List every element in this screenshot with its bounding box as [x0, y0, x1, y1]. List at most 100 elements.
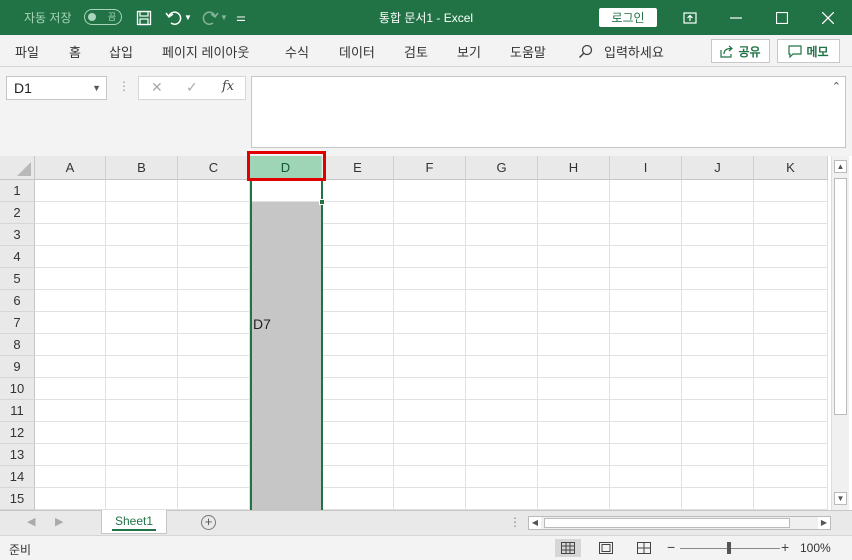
row-gridline	[35, 465, 828, 466]
row-header-5[interactable]: 5	[0, 268, 35, 290]
tab-data[interactable]: 데이터	[339, 35, 375, 67]
row-header-11[interactable]: 11	[0, 400, 35, 422]
memo-button[interactable]: 메모	[777, 39, 840, 63]
column-header-b[interactable]: B	[106, 156, 178, 180]
scroll-down-icon[interactable]: ▼	[834, 492, 847, 505]
formula-bar-buttons: ✕ ✓ fx	[138, 76, 246, 100]
tab-splitter-icon[interactable]: ⋮	[509, 515, 521, 529]
scroll-right-icon[interactable]: ▶	[818, 517, 830, 529]
zoom-out-icon[interactable]: −	[667, 539, 675, 555]
row-gridline	[35, 377, 828, 378]
cell-d7[interactable]: D7	[253, 313, 271, 335]
tab-help[interactable]: 도움말	[510, 35, 546, 67]
name-box[interactable]: D1 ▼	[6, 76, 107, 100]
name-box-dropdown-icon[interactable]: ▼	[92, 77, 101, 99]
next-sheet-icon[interactable]: ▶	[55, 515, 63, 528]
row-header-6[interactable]: 6	[0, 290, 35, 312]
cancel-icon[interactable]: ✕	[151, 79, 163, 96]
save-icon[interactable]	[133, 0, 155, 35]
row-header-15[interactable]: 15	[0, 488, 35, 510]
row-gridline	[35, 399, 828, 400]
tab-home[interactable]: 홈	[69, 35, 81, 67]
scroll-left-icon[interactable]: ◀	[529, 517, 541, 529]
column-header-k[interactable]: K	[754, 156, 828, 180]
row-header-8[interactable]: 8	[0, 334, 35, 356]
row-header-12[interactable]: 12	[0, 422, 35, 444]
close-icon[interactable]	[805, 0, 851, 35]
prev-sheet-icon[interactable]: ◀	[27, 515, 35, 528]
memo-label: 메모	[806, 44, 829, 59]
tab-page-layout[interactable]: 페이지 레이아웃	[162, 35, 249, 67]
select-all-button[interactable]	[0, 156, 35, 180]
column-header-g[interactable]: G	[466, 156, 538, 180]
enter-icon[interactable]: ✓	[186, 79, 198, 96]
customize-toolbar-icon[interactable]: ⚌	[236, 0, 246, 35]
row-gridline	[35, 223, 828, 224]
redo-icon[interactable]	[199, 0, 221, 35]
tab-formulas[interactable]: 수식	[285, 35, 309, 67]
redo-dropdown-icon[interactable]: ▼	[220, 0, 228, 35]
share-button[interactable]: 공유	[711, 39, 770, 63]
tab-review[interactable]: 검토	[404, 35, 428, 67]
row-gridline	[35, 333, 828, 334]
vertical-scroll-thumb[interactable]	[834, 178, 847, 415]
page-break-view-icon[interactable]	[631, 539, 657, 557]
collapse-formula-bar-icon[interactable]: ⌃	[832, 80, 841, 93]
fill-handle[interactable]	[319, 199, 325, 205]
insert-function-icon[interactable]: fx	[222, 79, 234, 94]
column-header-c[interactable]: C	[178, 156, 250, 180]
formula-input[interactable]: ⌃	[251, 76, 846, 148]
row-header-10[interactable]: 10	[0, 378, 35, 400]
undo-icon[interactable]	[163, 0, 185, 35]
undo-dropdown-icon[interactable]: ▼	[184, 0, 192, 35]
zoom-in-icon[interactable]: +	[781, 539, 789, 555]
row-header-13[interactable]: 13	[0, 444, 35, 466]
normal-view-icon[interactable]	[555, 539, 581, 557]
column-header-j[interactable]: J	[682, 156, 754, 180]
worksheet-grid[interactable]: ABCDEFGHIJK 1 2 3 4 5 6 7 8 9 10 11 12 13 14 15 D7 ▲ ▼	[0, 156, 852, 510]
tab-view[interactable]: 보기	[457, 35, 481, 67]
row-header-7[interactable]: 7	[0, 312, 35, 334]
minimize-icon[interactable]	[713, 0, 759, 35]
row-gridline	[35, 289, 828, 290]
row-header-3[interactable]: 3	[0, 224, 35, 246]
zoom-slider-thumb[interactable]	[727, 542, 731, 554]
name-box-value: D1	[14, 80, 32, 96]
row-header-14[interactable]: 14	[0, 466, 35, 488]
formula-bar-splitter-icon[interactable]: ⋮	[118, 79, 130, 93]
column-header-a[interactable]: A	[35, 156, 106, 180]
autosave-toggle[interactable]: 끔	[84, 9, 122, 25]
sheet-tab-bar: ◀ ▶ Sheet1 + ⋮ ◀ ▶	[0, 510, 852, 535]
column-header-d[interactable]: D	[250, 156, 322, 180]
login-button[interactable]: 로그인	[599, 8, 657, 27]
search-icon[interactable]	[578, 35, 593, 67]
column-header-f[interactable]: F	[394, 156, 466, 180]
row-gridline	[35, 201, 828, 202]
maximize-icon[interactable]	[759, 0, 805, 35]
search-input[interactable]: 입력하세요	[604, 35, 664, 67]
row-header-4[interactable]: 4	[0, 246, 35, 268]
horizontal-scroll-thumb[interactable]	[544, 518, 790, 528]
column-header-h[interactable]: H	[538, 156, 610, 180]
row-header-2[interactable]: 2	[0, 202, 35, 224]
column-header-i[interactable]: I	[610, 156, 682, 180]
tab-file[interactable]: 파일	[15, 35, 39, 67]
vertical-scrollbar[interactable]: ▲ ▼	[831, 156, 849, 510]
sheet-tab-sheet1[interactable]: Sheet1	[101, 510, 167, 534]
add-sheet-icon[interactable]: +	[201, 515, 216, 530]
horizontal-scrollbar[interactable]: ◀ ▶	[528, 516, 831, 530]
column-header-e[interactable]: E	[322, 156, 394, 180]
autosave-label: 자동 저장	[24, 11, 72, 25]
page-layout-view-icon[interactable]	[593, 539, 619, 557]
row-header-1[interactable]: 1	[0, 180, 35, 202]
row-gridline	[35, 267, 828, 268]
row-gridline	[35, 443, 828, 444]
share-label: 공유	[738, 44, 761, 59]
column-gridline	[681, 180, 682, 510]
scroll-up-icon[interactable]: ▲	[834, 160, 847, 173]
row-header-9[interactable]: 9	[0, 356, 35, 378]
ribbon-display-options-icon[interactable]	[667, 0, 713, 35]
tab-insert[interactable]: 삽입	[109, 35, 133, 67]
zoom-level[interactable]: 100%	[800, 541, 831, 555]
toggle-knob	[88, 13, 96, 21]
